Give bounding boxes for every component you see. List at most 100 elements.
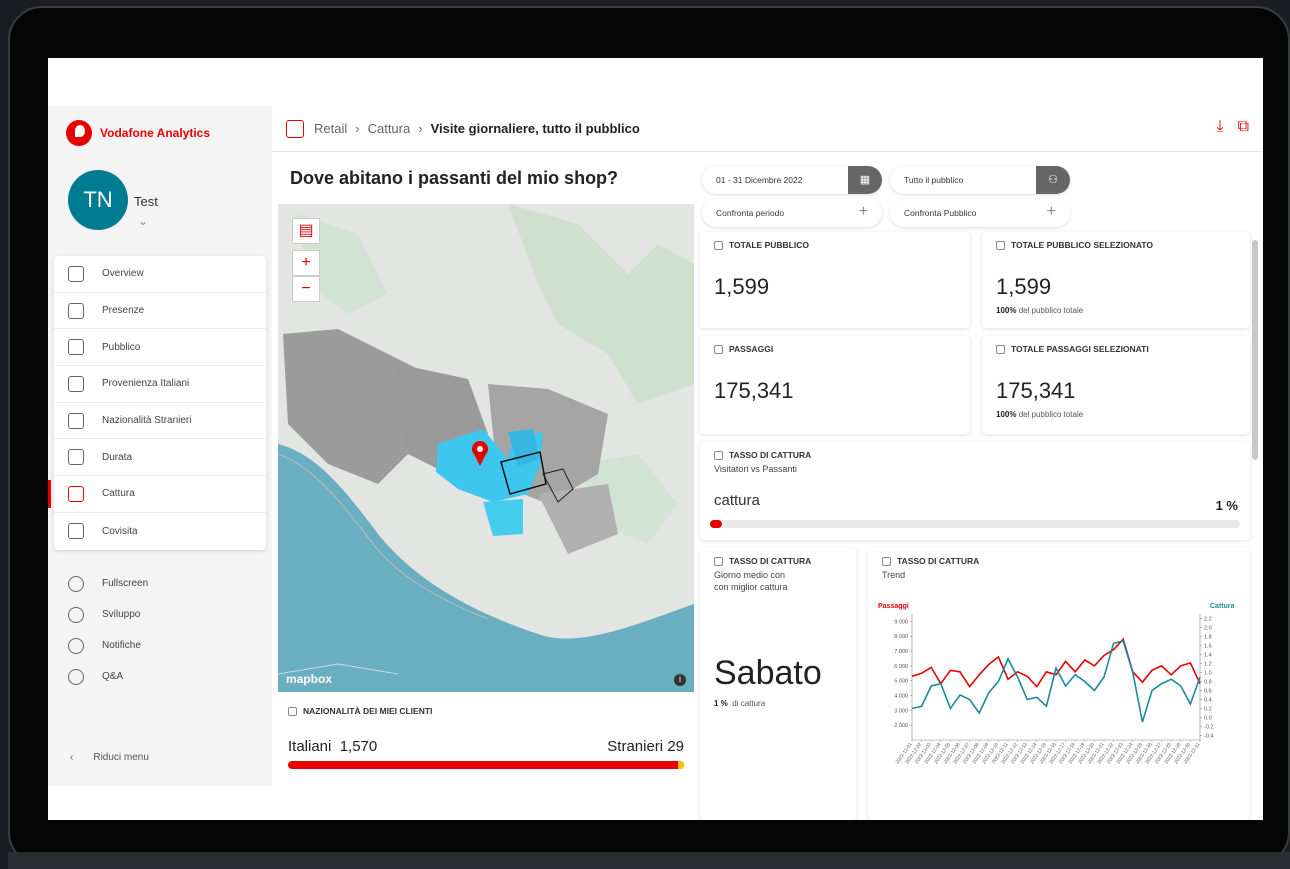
italiani-group: Italiani 1,570 bbox=[288, 738, 377, 755]
trend-card: TASSO DI CATTURA Trend Passaggi Cattura 9.… bbox=[868, 548, 1250, 820]
foreign-segment bbox=[678, 761, 684, 769]
nationality-heading: NAZIONALITÀ DEI MIEI CLIENTI bbox=[288, 706, 684, 716]
y2-tick-label: 1.8 bbox=[1204, 635, 1212, 641]
y-tick-label: 5.000 bbox=[894, 679, 908, 685]
sidebar-item-label: Provenienza Italiani bbox=[102, 378, 190, 390]
user-name: Test bbox=[134, 194, 158, 209]
sidebar-item-label: Nazionalità Stranieri bbox=[102, 415, 192, 427]
y-tick-label: 2.000 bbox=[894, 723, 908, 729]
sidebar-item-label: Covisita bbox=[102, 525, 138, 537]
apps-grid-icon[interactable] bbox=[286, 119, 304, 138]
map[interactable]: ▤ + − mapbox i bbox=[278, 204, 694, 692]
sidebar-item-presenze[interactable]: Presenze bbox=[54, 293, 266, 330]
calendar-icon bbox=[714, 344, 723, 354]
pct-text: di cattura bbox=[732, 699, 766, 708]
reduce-menu-button[interactable]: ‹ Riduci menu bbox=[70, 752, 149, 763]
brand-name: Vodafone Analytics bbox=[100, 126, 211, 140]
pct-value: 100% bbox=[996, 410, 1017, 419]
sidebar-item-label: Pubblico bbox=[102, 341, 141, 353]
y2-tick-label: 1.6 bbox=[1204, 644, 1212, 650]
card-heading: PASSAGGI bbox=[714, 344, 956, 354]
calendar-icon bbox=[996, 240, 1005, 250]
passages-selected-pct: 100% del pubblico totale bbox=[996, 410, 1236, 419]
topbar-actions: ⤓ ⧉ bbox=[1216, 118, 1249, 136]
y2-tick-label: 1.0 bbox=[1204, 671, 1212, 677]
compare-audience-label: Confronta Pubblico bbox=[904, 208, 977, 218]
brand[interactable]: Vodafone Analytics bbox=[66, 120, 210, 146]
people-icon[interactable]: ⚇ bbox=[1036, 166, 1070, 194]
sidebar-item-fullscreen[interactable]: Fullscreen bbox=[54, 568, 266, 599]
avatar[interactable]: TN bbox=[68, 170, 128, 230]
sidebar-item-label: Durata bbox=[102, 451, 133, 463]
export-icon[interactable]: ⧉ bbox=[1238, 118, 1249, 136]
y-tick-label: 7.000 bbox=[894, 649, 908, 655]
sidebar-item-qa[interactable]: Q&A bbox=[54, 661, 266, 692]
sidebar-item-label: Presenze bbox=[102, 305, 145, 317]
card-label: TOTALE PUBBLICO SELEZIONATO bbox=[1011, 240, 1153, 250]
sidebar-item-cattura[interactable]: Cattura bbox=[48, 476, 266, 513]
nationality-card: NAZIONALITÀ DEI MIEI CLIENTI Italiani 1,… bbox=[278, 696, 694, 820]
audience-filter-value: Tutto il pubblico bbox=[904, 175, 964, 185]
best-day-pct: 1 % di cattura bbox=[714, 699, 842, 708]
compare-period-label: Confronta periodo bbox=[716, 208, 785, 218]
breadcrumb-retail[interactable]: Retail bbox=[314, 121, 347, 136]
download-icon[interactable]: ⤓ bbox=[1216, 118, 1223, 136]
sidebar-item-provenienza[interactable]: Provenienza Italiani bbox=[54, 366, 266, 403]
people-icon bbox=[68, 339, 84, 356]
total-public-card: TOTALE PUBBLICO 1,599 bbox=[700, 232, 970, 328]
best-day-value: Sabato bbox=[714, 654, 822, 692]
sidebar-item-pubblico[interactable]: Pubblico bbox=[54, 329, 266, 367]
scrollbar[interactable] bbox=[1252, 240, 1258, 460]
clock-icon bbox=[68, 449, 84, 466]
calendar-icon bbox=[714, 450, 723, 460]
sidebar-item-nazionalita[interactable]: Nazionalità Stranieri bbox=[54, 403, 266, 440]
stranieri-group: Stranieri 29 bbox=[607, 738, 684, 755]
card-heading: TOTALE PUBBLICO SELEZIONATO bbox=[996, 240, 1236, 250]
card-label: TASSO DI CATTURA bbox=[897, 556, 980, 566]
audience-filter[interactable]: Tutto il pubblico ⚇ bbox=[890, 166, 1070, 194]
italiani-value: 1,570 bbox=[339, 738, 378, 755]
map-layers-button[interactable]: ▤ bbox=[292, 218, 320, 244]
y-tick-label: 4.000 bbox=[894, 694, 908, 700]
y2-tick-label: 0.0 bbox=[1204, 716, 1212, 722]
total-selected-value: 1,599 bbox=[996, 274, 1052, 299]
sidebar-item-covisita[interactable]: Covisita bbox=[54, 513, 266, 550]
y2-tick-label: 2.0 bbox=[1204, 626, 1212, 632]
sidebar-item-durata[interactable]: Durata bbox=[54, 439, 266, 477]
card-heading: TASSO DI CATTURA bbox=[714, 450, 1236, 460]
sidebar-item-label: Notifiche bbox=[102, 640, 141, 651]
y2-tick-label: -0.2 bbox=[1204, 725, 1213, 731]
mail-icon bbox=[68, 637, 84, 654]
bar-chart-icon bbox=[68, 265, 84, 282]
sidebar-item-sviluppo[interactable]: Sviluppo bbox=[54, 599, 266, 630]
breadcrumb-cattura[interactable]: Cattura bbox=[368, 121, 411, 136]
chevron-left-icon: ‹ bbox=[70, 752, 74, 763]
sidebar-item-label: Fullscreen bbox=[102, 578, 149, 589]
calendar-icon bbox=[882, 556, 891, 566]
sidebar-item-overview[interactable]: Overview bbox=[54, 256, 266, 293]
card-heading: TASSO DI CATTURA bbox=[714, 556, 842, 566]
sidebar-item-label: Overview bbox=[102, 268, 144, 280]
y2-tick-label: 1.4 bbox=[1204, 653, 1212, 659]
plus-icon: + bbox=[1046, 203, 1056, 220]
zoom-in-button[interactable]: + bbox=[292, 250, 320, 276]
capture-subtitle: Visitatori vs Passanti bbox=[714, 464, 797, 474]
card-label: TASSO DI CATTURA bbox=[729, 556, 812, 566]
sidebar-item-notifiche[interactable]: Notifiche bbox=[54, 630, 266, 661]
y-tick-label: 9.000 bbox=[894, 619, 908, 625]
info-icon[interactable]: i bbox=[674, 674, 686, 686]
zoom-out-button[interactable]: − bbox=[292, 276, 320, 302]
device-base bbox=[8, 852, 1290, 869]
sidebar-item-label: Sviluppo bbox=[102, 609, 141, 620]
globe-icon bbox=[68, 412, 84, 429]
dev-icon bbox=[68, 606, 84, 623]
compare-audience-filter[interactable]: Confronta Pubblico + bbox=[890, 199, 1070, 227]
period-filter[interactable]: 01 - 31 Dicembre 2022 ▦ bbox=[702, 166, 882, 194]
compare-period-filter[interactable]: Confronta periodo + bbox=[702, 199, 882, 227]
italy-map-icon bbox=[68, 375, 84, 392]
mapbox-attribution[interactable]: mapbox bbox=[286, 672, 332, 686]
nationality-row: Italiani 1,570 Stranieri 29 bbox=[288, 738, 684, 755]
chevron-down-icon[interactable]: ⌄ bbox=[138, 214, 148, 228]
capture-bars-icon bbox=[68, 485, 84, 502]
calendar-icon[interactable]: ▦ bbox=[848, 166, 882, 194]
